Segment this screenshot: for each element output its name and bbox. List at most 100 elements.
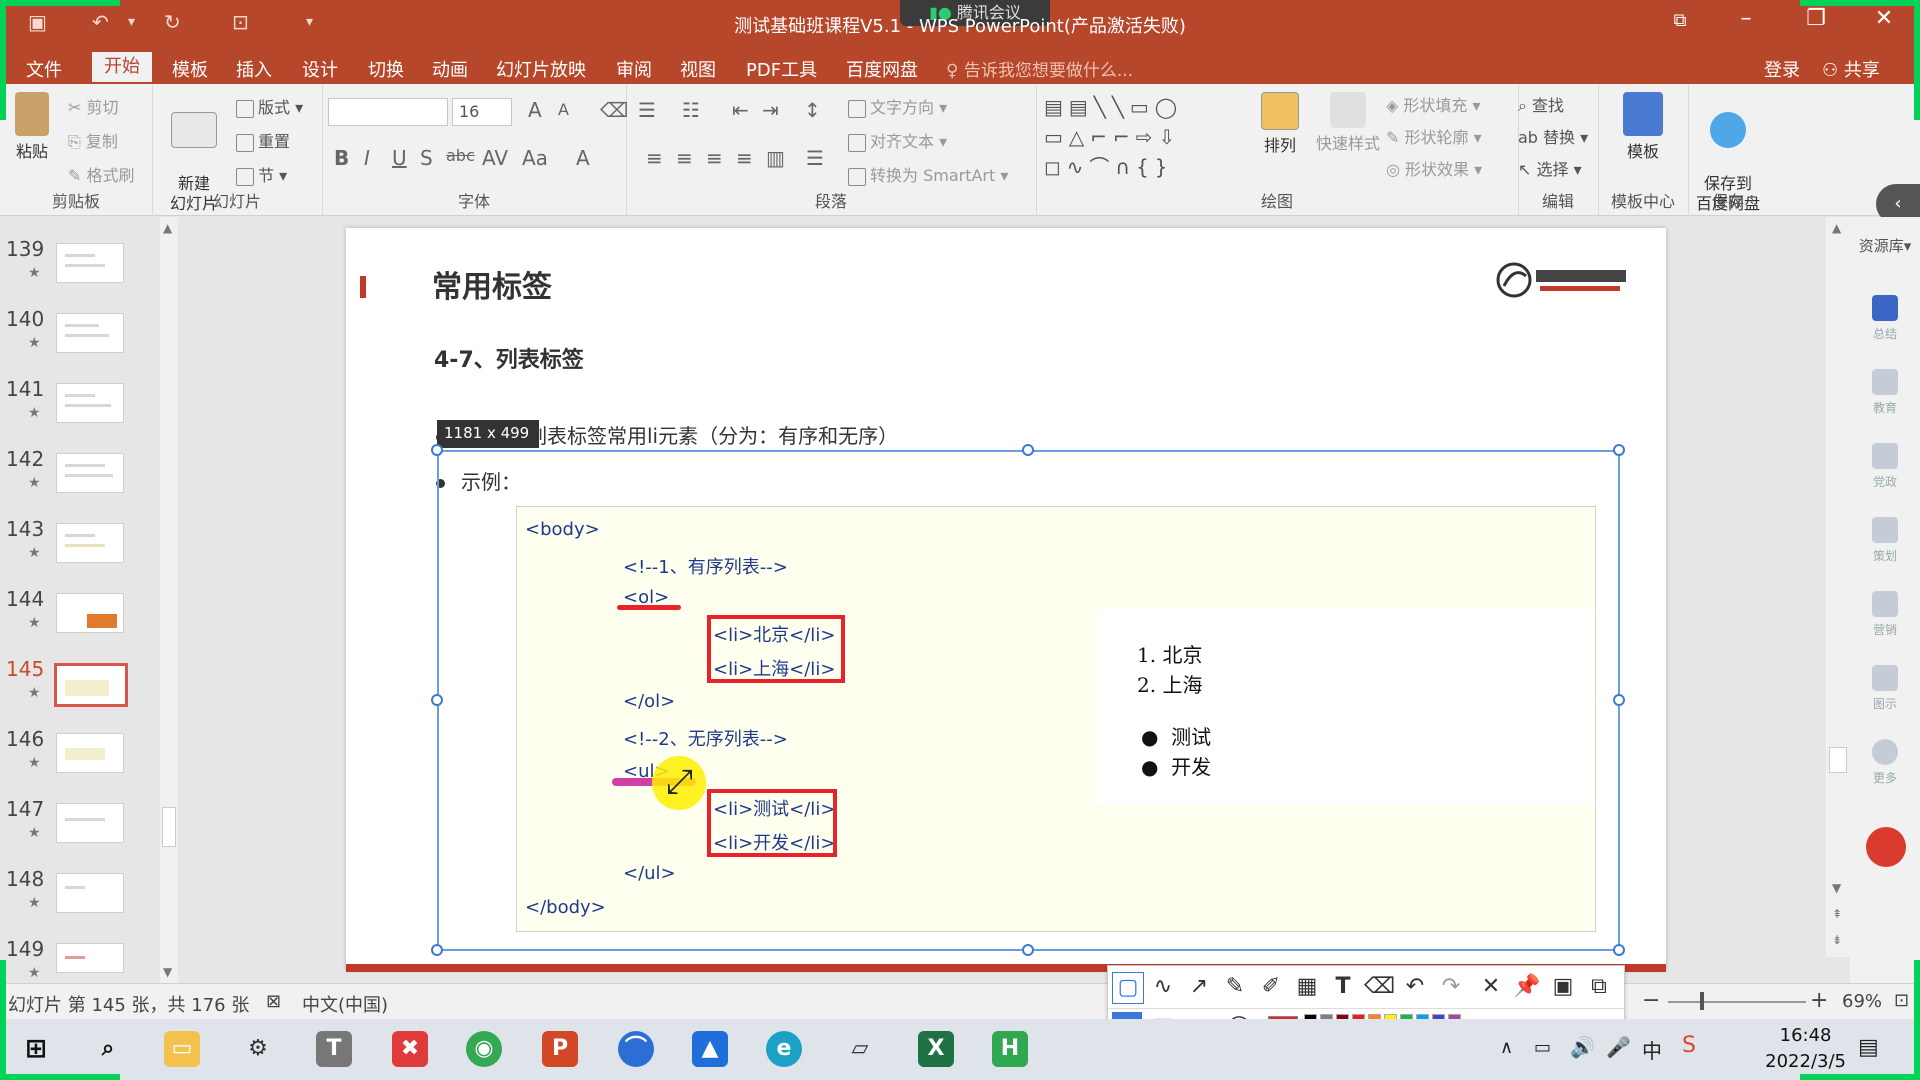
arrange-button[interactable]: 排列 [1256, 92, 1304, 156]
chrome-icon[interactable]: ◉ [466, 1031, 502, 1067]
zoom-slider[interactable] [1668, 1001, 1806, 1003]
copy-button[interactable]: ⎘ 复制 [68, 128, 118, 152]
section-button[interactable]: 节 ▾ [236, 162, 287, 186]
tab-review[interactable]: 审阅 [616, 56, 652, 82]
language-indicator[interactable]: 中文(中国) [302, 991, 388, 1017]
resize-handle[interactable] [1022, 944, 1034, 956]
copy-tool-icon[interactable]: ⧉ [1584, 972, 1614, 1002]
select-button[interactable]: ↖ 选择 ▾ [1518, 156, 1582, 180]
tab-template[interactable]: 模板 [172, 56, 208, 82]
resource-item-summary[interactable]: 总结 [1850, 295, 1920, 342]
align-right-icon[interactable]: ≡ [706, 146, 723, 170]
format-painter-button[interactable]: ✎ 格式刷 [68, 162, 135, 186]
network-icon[interactable]: ▭ [1534, 1037, 1551, 1058]
resource-item-education[interactable]: 教育 [1850, 369, 1920, 416]
resource-item-marketing[interactable]: 营销 [1850, 591, 1920, 638]
arrow-tool-icon[interactable]: ↗ [1184, 972, 1214, 1002]
tab-view[interactable]: 视图 [680, 56, 716, 82]
feishu-icon[interactable]: ⌒ [618, 1031, 654, 1067]
tab-animation[interactable]: 动画 [432, 56, 468, 82]
tell-me-search[interactable]: ♀ 告诉我您想要做什么... [946, 56, 1133, 81]
tray-expand-icon[interactable]: ∧ [1500, 1037, 1513, 1058]
convert-smartart-button[interactable]: 转换为 SmartArt ▾ [848, 162, 1008, 186]
spellcheck-icon[interactable]: ⊠ [266, 991, 281, 1012]
scroll-down-icon[interactable]: ▼ [1832, 881, 1841, 895]
decrease-font-icon[interactable]: A [558, 100, 569, 119]
undo-tool-icon[interactable]: ↶ [1400, 972, 1430, 1002]
mosaic-tool-icon[interactable]: ▦ [1292, 972, 1322, 1002]
scroll-up-icon[interactable]: ▲ [163, 221, 172, 235]
thumbnail-scrollbar[interactable]: ▲ ▼ [160, 217, 178, 983]
scrollbar-thumb[interactable] [1829, 747, 1847, 773]
replace-button[interactable]: ab 替换 ▾ [1518, 124, 1588, 148]
slide-scrollbar[interactable]: ▲ ▼ ⇞ ⇟ [1826, 217, 1850, 957]
tab-file[interactable]: 文件 [26, 56, 62, 82]
resource-library-button[interactable]: 资源库▾ [1850, 235, 1920, 256]
volume-icon[interactable]: 🔊 [1570, 1035, 1595, 1059]
rectangle-tool-icon[interactable]: ▢ [1112, 972, 1144, 1004]
align-left-icon[interactable]: ≡ [646, 146, 663, 170]
tab-transition[interactable]: 切换 [368, 56, 404, 82]
fit-window-icon[interactable]: ⊡ [1894, 990, 1909, 1011]
redo-icon[interactable]: ↻ [164, 10, 181, 34]
align-text-button[interactable]: 对齐文本 ▾ [848, 128, 947, 152]
resize-handle[interactable] [431, 444, 443, 456]
find-button[interactable]: ⌕ 查找 [1518, 92, 1564, 116]
file-explorer-icon[interactable]: ▭ [164, 1031, 200, 1067]
text-tool-icon[interactable]: T [1328, 972, 1358, 1002]
shadow-icon[interactable]: S [420, 146, 433, 170]
notification-icon[interactable]: ▤ [1858, 1035, 1879, 1060]
tab-design[interactable]: 设计 [302, 56, 338, 82]
tab-insert[interactable]: 插入 [236, 56, 272, 82]
shapes-gallery[interactable]: ▤▤╲╲▭◯ ▭△⌐⌐⇨⇩ ◻∿⌒∩{} [1044, 92, 1244, 182]
tab-baidu-netdisk[interactable]: 百度网盘 [846, 56, 918, 82]
eraser-tool-icon[interactable]: ⌫ [1364, 972, 1395, 1002]
strikethrough-icon[interactable]: abc [446, 146, 475, 165]
pencil-tool-icon[interactable]: ✎ [1220, 972, 1250, 1002]
hbuilder-icon[interactable]: H [992, 1031, 1028, 1067]
undo-icon[interactable]: ↶ [92, 10, 109, 34]
settings-icon[interactable]: ⚙ [240, 1031, 276, 1067]
bold-icon[interactable]: B [334, 146, 349, 170]
text-direction-button[interactable]: 文字方向 ▾ [848, 94, 947, 118]
resize-handle[interactable] [1613, 444, 1625, 456]
save-tool-icon[interactable]: ▣ [1548, 972, 1578, 1002]
zoom-in-icon[interactable]: + [1810, 988, 1828, 1013]
tab-home[interactable]: 开始 [92, 52, 152, 82]
pin-tool-icon[interactable]: 📌 [1512, 972, 1542, 1002]
resource-item-more[interactable]: 更多 [1850, 739, 1920, 786]
justify-icon[interactable]: ≡ [736, 146, 753, 170]
customize-quick-access-icon[interactable]: ▾ [306, 14, 313, 30]
next-slide-icon[interactable]: ⇟ [1832, 933, 1842, 947]
tab-pdf-tools[interactable]: PDF工具 [746, 56, 817, 82]
resource-item-diagram[interactable]: 图示 [1850, 665, 1920, 712]
shape-fill-button[interactable]: ◈ 形状填充 ▾ [1386, 92, 1481, 116]
curve-tool-icon[interactable]: ∿ [1148, 972, 1178, 1002]
reset-button[interactable]: 重置 [236, 128, 290, 152]
numbering-icon[interactable]: ☷ [682, 98, 700, 122]
save-icon[interactable]: ▣ [28, 10, 47, 34]
sogou-icon[interactable]: S [1682, 1033, 1696, 1058]
system-clock[interactable]: 16:48 2022/3/5 [1765, 1023, 1846, 1075]
close-tool-icon[interactable]: ✕ [1476, 972, 1506, 1002]
zoom-slider-thumb[interactable] [1700, 992, 1704, 1010]
char-spacing-icon[interactable]: AV [482, 146, 508, 170]
resize-handle[interactable] [431, 944, 443, 956]
search-icon[interactable]: ⌕ [90, 1031, 126, 1067]
start-slideshow-icon[interactable]: ⊡ [232, 10, 249, 34]
resize-handle[interactable] [1613, 944, 1625, 956]
powerpoint-icon[interactable]: P [542, 1031, 578, 1067]
windows-start-icon[interactable]: ⊞ [18, 1031, 54, 1067]
shape-outline-button[interactable]: ✎ 形状轮廓 ▾ [1386, 124, 1482, 148]
increase-indent-icon[interactable]: ⇥ [762, 98, 779, 122]
underline-icon[interactable]: U [392, 146, 407, 170]
paste-button[interactable]: 粘贴 [10, 92, 54, 162]
italic-icon[interactable]: I [364, 146, 370, 170]
columns-icon[interactable]: ☰ [806, 146, 824, 170]
font-color-icon[interactable]: A [576, 146, 590, 170]
font-size-box[interactable]: 16 [452, 98, 512, 126]
zoom-out-icon[interactable]: − [1642, 988, 1660, 1013]
distributed-icon[interactable]: ▥ [766, 146, 785, 170]
resize-handle[interactable] [1613, 694, 1625, 706]
microphone-icon[interactable]: 🎤 [1606, 1035, 1631, 1059]
